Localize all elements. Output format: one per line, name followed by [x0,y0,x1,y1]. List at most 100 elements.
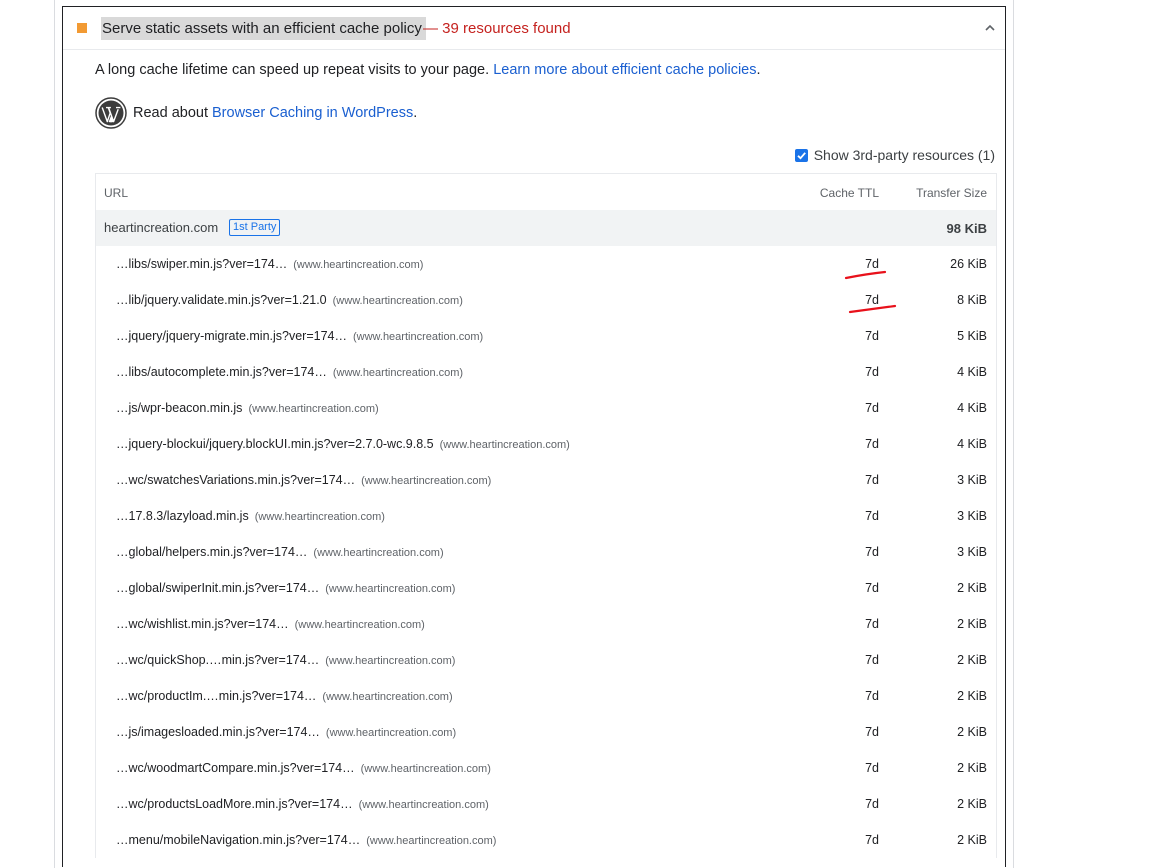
wp-prefix: Read about [133,105,213,121]
resource-path[interactable]: …global/swiperInit.min.js?ver=174… [116,581,319,595]
entity-group-row: heartincreation.com 1st Party 98 KiB [96,210,996,246]
resource-path[interactable]: …wc/wishlist.min.js?ver=174… [116,617,289,631]
resource-host: (www.heartincreation.com) [325,583,456,595]
resource-host: (www.heartincreation.com) [294,619,425,631]
resource-host: (www.heartincreation.com) [325,655,456,667]
cache-ttl-value: 7d [865,725,879,739]
table-header: URL Cache TTL Transfer Size [96,174,996,210]
resource-url[interactable]: …wc/productIm.…min.js?ver=174… (www.heart… [116,689,453,703]
table-row: …global/helpers.min.js?ver=174… (www.hear… [96,534,996,570]
resource-path[interactable]: …wc/productIm.…min.js?ver=174… [116,689,316,703]
table-row: …wc/quickShop.…min.js?ver=174… (www.heart… [96,642,996,678]
third-party-checkbox[interactable] [794,149,808,162]
cache-ttl-value: 7d [865,473,879,487]
resource-host: (www.heartincreation.com) [322,691,453,703]
table-row: …menu/mobileNavigation.min.js?ver=174… (w… [96,822,996,858]
cache-ttl-value: 7d [865,509,879,523]
resource-host: (www.heartincreation.com) [360,763,491,775]
cache-ttl-value: 7d [865,293,879,307]
resource-host: (www.heartincreation.com) [353,331,484,343]
cache-ttl-value: 7d [865,617,879,631]
resource-path[interactable]: …wc/productsLoadMore.min.js?ver=174… [116,797,353,811]
resource-path[interactable]: …jquery-blockui/jquery.blockUI.min.js?ve… [116,437,434,451]
audit-header[interactable]: Serve static assets with an efficient ca… [63,7,1005,50]
resource-url[interactable]: …libs/swiper.min.js?ver=174… (www.heartin… [116,257,423,271]
resource-host: (www.heartincreation.com) [293,259,424,271]
resource-url[interactable]: …17.8.3/lazyload.min.js (www.heartincreat… [116,509,385,523]
audit-title[interactable]: Serve static assets with an efficient ca… [101,17,426,40]
resource-host: (www.heartincreation.com) [366,835,497,847]
resource-host: (www.heartincreation.com) [254,511,385,523]
resource-path[interactable]: …js/imagesloaded.min.js?ver=174… [116,725,320,739]
header-cache-ttl: Cache TTL [819,186,879,200]
resource-path[interactable]: …global/helpers.min.js?ver=174… [116,545,307,559]
header-url: URL [104,186,129,200]
resource-rows: …libs/swiper.min.js?ver=174… (www.heartin… [96,246,996,858]
transfer-size-value: 3 KiB [957,509,987,523]
cache-policy-audit: Serve static assets with an efficient ca… [62,6,1006,867]
description-text: A long cache lifetime can speed up repea… [95,62,494,78]
transfer-size-value: 2 KiB [957,617,987,631]
resource-path[interactable]: …wc/swatchesVariations.min.js?ver=174… [116,473,355,487]
transfer-size-value: 2 KiB [957,653,987,667]
resource-url[interactable]: …jquery/jquery-migrate.min.js?ver=174… (w… [116,329,483,343]
resource-host: (www.heartincreation.com) [358,799,489,811]
resource-path[interactable]: …libs/swiper.min.js?ver=174… [116,257,287,271]
table-row: …js/imagesloaded.min.js?ver=174… (www.hea… [96,714,996,750]
resource-url[interactable]: …js/wpr-beacon.min.js (www.heartincreatio… [116,401,379,415]
resource-host: (www.heartincreation.com) [313,547,444,559]
resource-url[interactable]: …wc/woodmartCompare.min.js?ver=174… (www.… [116,761,491,775]
resource-url[interactable]: …wc/swatchesVariations.min.js?ver=174… (w… [116,473,491,487]
wordpress-tip-text: Read about Browser Caching in WordPress. [133,102,417,124]
resource-path[interactable]: …jquery/jquery-migrate.min.js?ver=174… [116,329,347,343]
resource-url[interactable]: …wc/quickShop.…min.js?ver=174… (www.heart… [116,653,455,667]
resource-url[interactable]: …wc/productsLoadMore.min.js?ver=174… (www… [116,797,489,811]
resource-host: (www.heartincreation.com) [325,727,457,739]
learn-more-link[interactable]: Learn more about efficient cache policie… [493,62,756,78]
transfer-size-value: 8 KiB [957,293,987,307]
resource-path[interactable]: …menu/mobileNavigation.min.js?ver=174… [116,833,360,847]
resource-url[interactable]: …menu/mobileNavigation.min.js?ver=174… (w… [116,833,496,847]
resource-url[interactable]: …libs/autocomplete.min.js?ver=174… (www.h… [116,365,463,379]
table-row: …wc/swatchesVariations.min.js?ver=174… (w… [96,462,996,498]
transfer-size-value: 2 KiB [957,689,987,703]
table-row: …wc/productIm.…min.js?ver=174… (www.heart… [96,678,996,714]
audit-description: A long cache lifetime can speed up repea… [95,59,761,81]
cache-ttl-value: 7d [865,401,879,415]
resource-url[interactable]: …lib/jquery.validate.min.js?ver=1.21.0 (w… [116,293,463,307]
transfer-size-value: 2 KiB [957,761,987,775]
transfer-size-value: 4 KiB [957,365,987,379]
resource-url[interactable]: …global/swiperInit.min.js?ver=174… (www.h… [116,581,455,595]
wp-caching-link[interactable]: Browser Caching in WordPress [212,105,413,121]
transfer-size-value: 3 KiB [957,473,987,487]
description-end: . [756,62,761,78]
resource-url[interactable]: …js/imagesloaded.min.js?ver=174… (www.hea… [116,725,456,739]
checkmark-icon [797,152,806,160]
cache-ttl-value: 7d [865,689,879,703]
cache-ttl-value: 7d [865,653,879,667]
transfer-size-value: 2 KiB [957,833,987,847]
resource-path[interactable]: …wc/woodmartCompare.min.js?ver=174… [116,761,355,775]
transfer-size-value: 2 KiB [957,797,987,811]
resource-host: (www.heartincreation.com) [439,439,570,451]
transfer-size-value: 4 KiB [957,401,987,415]
third-party-toggle[interactable]: Show 3rd-party resources (1) [794,145,995,165]
resource-path[interactable]: …lib/jquery.validate.min.js?ver=1.21.0 [116,293,327,307]
cache-ttl-value: 7d [865,761,879,775]
resource-url[interactable]: …wc/wishlist.min.js?ver=174… (www.heartin… [116,617,425,631]
resource-url[interactable]: …jquery-blockui/jquery.blockUI.min.js?ve… [116,437,570,451]
resource-url[interactable]: …global/helpers.min.js?ver=174… (www.hear… [116,545,444,559]
cache-ttl-value: 7d [865,581,879,595]
resource-path[interactable]: …libs/autocomplete.min.js?ver=174… [116,365,327,379]
table-row: …global/swiperInit.min.js?ver=174… (www.h… [96,570,996,606]
resource-path[interactable]: …wc/quickShop.…min.js?ver=174… [116,653,319,667]
resource-path[interactable]: …17.8.3/lazyload.min.js [116,509,249,523]
table-row: …js/wpr-beacon.min.js (www.heartincreatio… [96,390,996,426]
transfer-size-value: 3 KiB [957,545,987,559]
wp-end: . [413,105,418,121]
cache-ttl-value: 7d [865,257,879,271]
chevron-up-icon[interactable] [983,21,997,35]
table-row: …libs/autocomplete.min.js?ver=174… (www.h… [96,354,996,390]
resource-path[interactable]: …js/wpr-beacon.min.js [116,401,242,415]
cache-ttl-value: 7d [865,437,879,451]
